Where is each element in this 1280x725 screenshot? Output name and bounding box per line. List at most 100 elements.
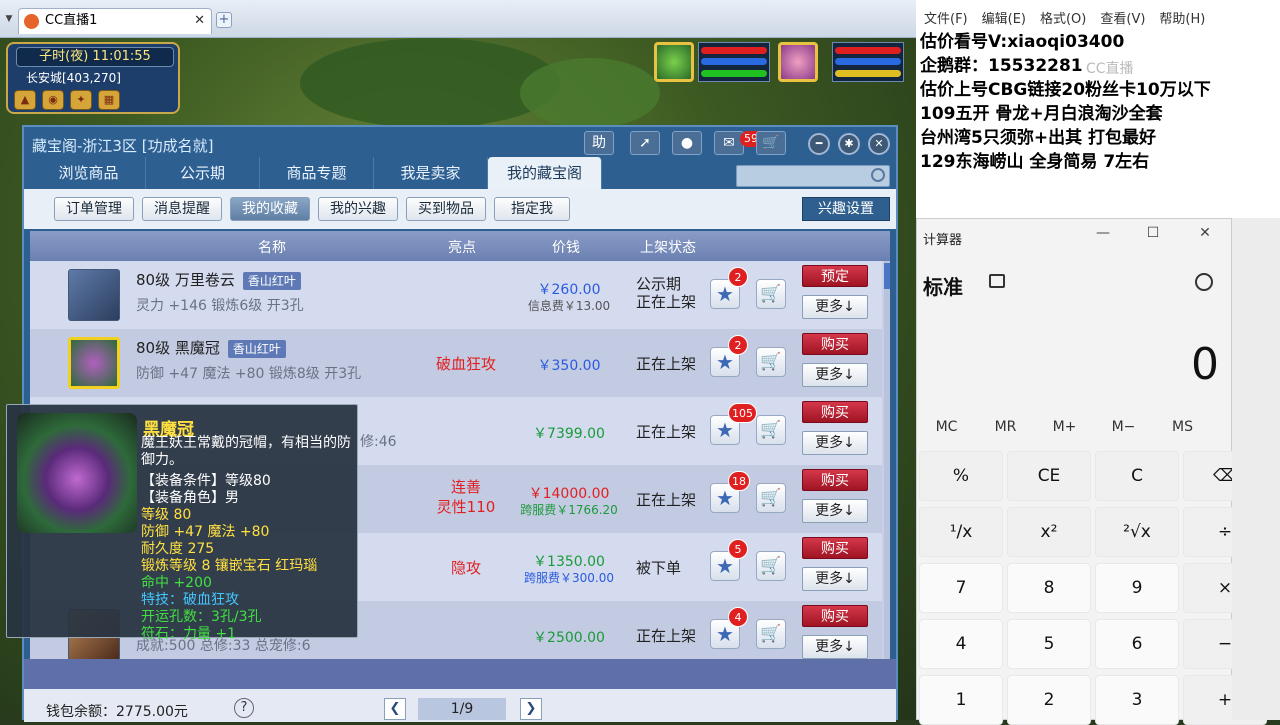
more-button[interactable]: 更多↓ <box>802 295 868 319</box>
calc-key[interactable]: % <box>919 451 1003 501</box>
menu-edit[interactable]: 编辑(E) <box>982 8 1026 27</box>
calc-key[interactable]: x² <box>1007 507 1091 557</box>
tab-seller[interactable]: 我是卖家 <box>374 157 488 189</box>
favorites-button[interactable]: 我的收藏 <box>230 197 310 221</box>
menu-format[interactable]: 格式(O) <box>1040 8 1086 27</box>
more-button[interactable]: 更多↓ <box>802 567 868 591</box>
keep-on-top-icon[interactable] <box>989 274 1005 288</box>
message-icon[interactable]: ✉ <box>714 131 744 155</box>
memory-clear-button[interactable]: MC <box>917 419 976 435</box>
calc-key[interactable]: C <box>1095 451 1179 501</box>
cart-icon[interactable]: 🛒 <box>756 619 786 649</box>
item-status: 正在上架 <box>636 627 697 645</box>
camera-icon[interactable]: ◉ <box>42 90 64 110</box>
calc-key[interactable]: ²√x <box>1095 507 1179 557</box>
gift-icon[interactable]: ✦ <box>70 90 92 110</box>
menu-help[interactable]: 帮助(H) <box>1159 8 1205 27</box>
memory-subtract-button[interactable]: M− <box>1094 419 1153 435</box>
close-tab-icon[interactable]: ✕ <box>194 9 205 33</box>
cart-icon[interactable]: 🛒 <box>756 483 786 513</box>
history-icon[interactable] <box>1195 273 1213 291</box>
notepad-text[interactable]: 估价看号V:xiaoqi03400 企鹅群：15532281 估价上号CBG链接… <box>920 30 1211 174</box>
table-row[interactable]: 80级 万里卷云 香山红叶 灵力 +146 锻炼6级 开3孔 ￥260.00 信息… <box>30 261 882 329</box>
designated-button[interactable]: 指定我 <box>494 197 570 221</box>
scrollbar[interactable] <box>884 261 890 659</box>
tab-my-pavilion[interactable]: 我的藏宝阁 <box>488 157 602 189</box>
cart-icon[interactable]: 🛒 <box>756 415 786 445</box>
help-icon[interactable]: ? <box>234 698 254 718</box>
cart-icon[interactable]: 🛒 <box>756 279 786 309</box>
tab-topics[interactable]: 商品专题 <box>260 157 374 189</box>
more-button[interactable]: 更多↓ <box>802 499 868 523</box>
pet-portrait[interactable] <box>654 42 694 82</box>
cart-icon[interactable]: 🛒 <box>756 131 786 155</box>
more-button[interactable]: 更多↓ <box>802 431 868 455</box>
menu-file[interactable]: 文件(F) <box>924 8 968 27</box>
new-tab-button[interactable]: + <box>216 12 232 28</box>
calc-key[interactable]: 3 <box>1095 675 1179 725</box>
calc-key[interactable]: ¹/x <box>919 507 1003 557</box>
calc-key[interactable]: 8 <box>1007 563 1091 613</box>
calc-key[interactable]: 5 <box>1007 619 1091 669</box>
calendar-icon[interactable]: ▦ <box>98 90 120 110</box>
calc-key[interactable]: 9 <box>1095 563 1179 613</box>
memory-recall-button[interactable]: MR <box>976 419 1035 435</box>
calculator-mode[interactable]: 标准 <box>923 271 963 300</box>
record-icon[interactable]: ● <box>672 131 702 155</box>
calc-key[interactable]: 6 <box>1095 619 1179 669</box>
tab-public[interactable]: 公示期 <box>146 157 260 189</box>
calc-key[interactable]: 7 <box>919 563 1003 613</box>
next-page-button[interactable]: ❯ <box>520 698 542 720</box>
reserve-button[interactable]: 预定 <box>802 265 868 287</box>
prev-page-button[interactable]: ❮ <box>384 698 406 720</box>
buy-button[interactable]: 购买 <box>802 469 868 491</box>
maximize-icon[interactable]: ☐ <box>1143 225 1163 241</box>
tab-browse[interactable]: 浏览商品 <box>32 157 146 189</box>
share-icon[interactable]: ➚ <box>630 131 660 155</box>
pet-status-bars <box>698 42 770 82</box>
search-icon[interactable] <box>871 168 885 182</box>
search-input[interactable] <box>736 165 890 187</box>
settings-gear-icon[interactable]: ✱ <box>838 133 860 155</box>
helmet-image <box>17 413 137 533</box>
minimize-icon[interactable]: ━ <box>808 133 830 155</box>
calc-key[interactable]: CE <box>1007 451 1091 501</box>
calc-key[interactable]: 4 <box>919 619 1003 669</box>
buy-button[interactable]: 购买 <box>802 605 868 627</box>
background-strip <box>1232 218 1280 720</box>
memory-add-button[interactable]: M+ <box>1035 419 1094 435</box>
minimize-icon[interactable]: — <box>1093 225 1113 241</box>
cart-icon[interactable]: 🛒 <box>756 347 786 377</box>
tab-menu-icon[interactable]: ▼ <box>2 12 16 26</box>
notifications-button[interactable]: 消息提醒 <box>142 197 222 221</box>
player-portrait[interactable] <box>778 42 818 82</box>
buy-button[interactable]: 购买 <box>802 537 868 559</box>
buy-button[interactable]: 购买 <box>802 401 868 423</box>
calc-key[interactable]: 2 <box>1007 675 1091 725</box>
calc-key[interactable]: 1 <box>919 675 1003 725</box>
bought-button[interactable]: 买到物品 <box>406 197 486 221</box>
close-icon[interactable]: ✕ <box>868 133 890 155</box>
table-row[interactable]: 80级 黑魔冠 香山红叶 防御 +47 魔法 +80 锻炼8级 开3孔 破血狂攻 … <box>30 329 882 397</box>
interest-settings-button[interactable]: 兴趣设置 <box>802 197 890 221</box>
more-button[interactable]: 更多↓ <box>802 363 868 387</box>
buy-button[interactable]: 购买 <box>802 333 868 355</box>
orders-button[interactable]: 订单管理 <box>54 197 134 221</box>
memory-store-button[interactable]: MS <box>1153 419 1212 435</box>
cart-icon[interactable]: 🛒 <box>756 551 786 581</box>
star-count-badge: 105 <box>728 403 757 423</box>
interests-button[interactable]: 我的兴趣 <box>318 197 398 221</box>
map-icon[interactable]: ▲ <box>14 90 36 110</box>
item-icon[interactable] <box>68 269 120 321</box>
menu-view[interactable]: 查看(V) <box>1100 8 1145 27</box>
more-button[interactable]: 更多↓ <box>802 635 868 659</box>
tooltip-stat-line: 等级 80 <box>141 507 192 523</box>
close-icon[interactable]: ✕ <box>1195 225 1215 241</box>
game-location: 长安城[403,270] <box>26 71 121 85</box>
help-button[interactable]: 助 <box>584 131 614 155</box>
star-count-badge: 2 <box>728 335 748 355</box>
server-tag: 香山红叶 <box>242 272 301 290</box>
browser-tab[interactable]: CC直播1 ✕ <box>18 8 212 34</box>
item-icon[interactable] <box>68 337 120 389</box>
scrollbar-thumb[interactable] <box>884 263 890 289</box>
